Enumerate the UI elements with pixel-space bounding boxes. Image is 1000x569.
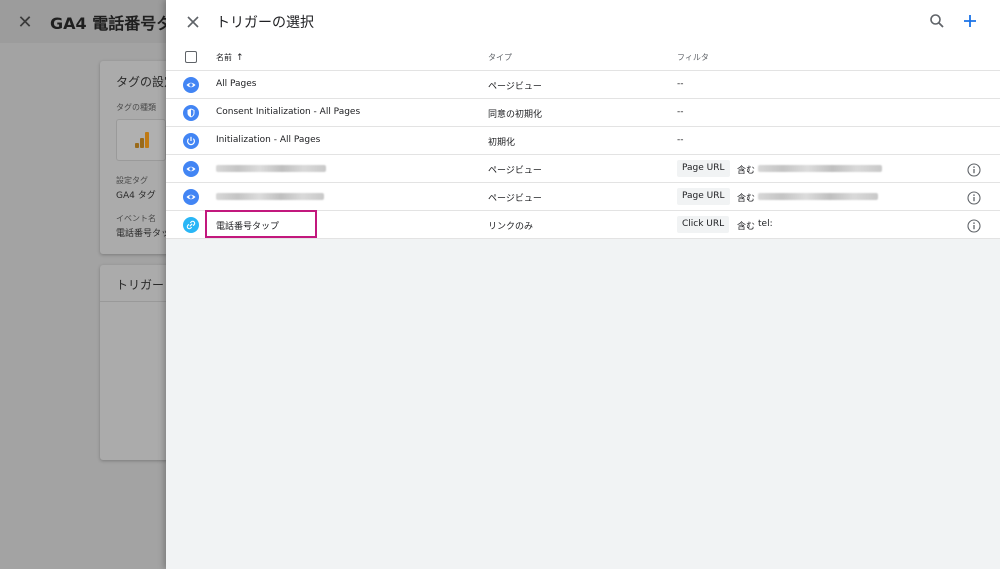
trigger-type: リンクのみ: [488, 222, 534, 232]
add-trigger-button[interactable]: [959, 10, 981, 32]
filter-operator: 含む: [737, 194, 756, 204]
shield-icon: [183, 105, 199, 121]
redacted-filter-value: [758, 193, 878, 200]
trigger-name: Consent Initialization - All Pages: [216, 107, 361, 117]
panel-header: トリガーの選択: [166, 0, 1000, 43]
filter-operator: 含む: [737, 166, 756, 176]
table-row[interactable]: Initialization - All Pages 初期化 --: [166, 127, 1000, 155]
filter-variable-chip: Page URL: [677, 188, 730, 205]
background-close-icon: ✕: [17, 12, 33, 33]
trigger-type: ページビュー: [488, 194, 542, 204]
config-tag-label: 設定タグ: [116, 176, 148, 185]
search-button[interactable]: [926, 10, 948, 32]
sort-arrow-icon: ↑: [236, 53, 244, 63]
filter-operator: 含む: [737, 222, 756, 232]
eye-icon: [183, 161, 199, 177]
trigger-type: ページビュー: [488, 82, 542, 92]
trigger-name: 電話番号タップ: [216, 222, 280, 232]
info-button[interactable]: [967, 218, 981, 233]
trigger-type: 初期化: [488, 138, 516, 148]
config-tag-value: GA4 タグ: [116, 191, 156, 201]
info-icon: [967, 163, 981, 177]
redacted-filter-value: [758, 165, 882, 172]
table-row[interactable]: ページビュー Page URL 含む: [166, 183, 1000, 211]
info-button[interactable]: [967, 162, 981, 177]
trigger-filter: --: [677, 79, 684, 89]
close-button[interactable]: [182, 11, 204, 33]
trigger-name: All Pages: [216, 79, 257, 89]
power-icon: [183, 133, 199, 149]
trigger-type: ページビュー: [488, 166, 542, 176]
column-name-label: 名前: [216, 53, 232, 62]
filter-variable-chip: Click URL: [677, 216, 730, 233]
search-icon: [930, 14, 944, 28]
ga-logo-icon: [116, 119, 166, 161]
trigger-filter: --: [677, 107, 684, 117]
panel-title: トリガーの選択: [216, 15, 314, 31]
filter-variable-chip: Page URL: [677, 160, 730, 177]
column-filter-header[interactable]: フィルタ: [677, 52, 709, 63]
close-icon: [187, 16, 199, 28]
plus-icon: [964, 15, 976, 27]
info-button[interactable]: [967, 190, 981, 205]
trigger-name: Initialization - All Pages: [216, 135, 321, 145]
table-row[interactable]: Consent Initialization - All Pages 同意の初期…: [166, 99, 1000, 127]
event-name-label: イベント名: [116, 214, 156, 223]
filter-value: tel:: [758, 219, 773, 229]
table-header: 名前 ↑ タイプ フィルタ: [166, 43, 1000, 71]
table-row[interactable]: All Pages ページビュー --: [166, 71, 1000, 99]
trigger-filter: --: [677, 135, 684, 145]
tag-type-label: タグの種類: [116, 103, 156, 112]
table-row[interactable]: ページビュー Page URL 含む: [166, 155, 1000, 183]
redacted-trigger-name: [216, 165, 326, 172]
table-row[interactable]: 電話番号タップ リンクのみ Click URL 含む tel:: [166, 210, 1000, 239]
column-name-header[interactable]: 名前 ↑: [216, 52, 244, 63]
redacted-trigger-name: [216, 193, 324, 200]
trigger-table: 名前 ↑ タイプ フィルタ All Pages ページビュー -- Consent…: [166, 43, 1000, 239]
eye-icon: [183, 77, 199, 93]
link-icon: [183, 217, 199, 233]
column-type-header[interactable]: タイプ: [488, 52, 512, 63]
trigger-type: 同意の初期化: [488, 110, 543, 120]
select-all-checkbox[interactable]: [185, 51, 197, 63]
info-icon: [967, 219, 981, 233]
trigger-card-title: トリガー: [116, 278, 165, 292]
info-icon: [967, 191, 981, 205]
trigger-selection-panel: トリガーの選択 名前 ↑ タイプ フィルタ All Pages ページビュー -…: [166, 0, 1000, 569]
eye-icon: [183, 189, 199, 205]
